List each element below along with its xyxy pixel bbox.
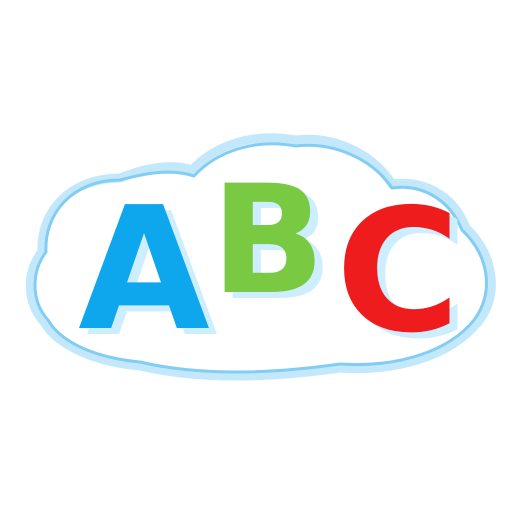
abc-cloud-logo: A B C A B C xyxy=(0,0,512,512)
letter-c: C xyxy=(336,173,461,371)
letter-a: A xyxy=(78,171,210,369)
letters: A B C xyxy=(78,154,460,371)
letter-b: B xyxy=(211,154,325,328)
abc-cloud-logo-icon: A B C A B C xyxy=(25,133,496,381)
